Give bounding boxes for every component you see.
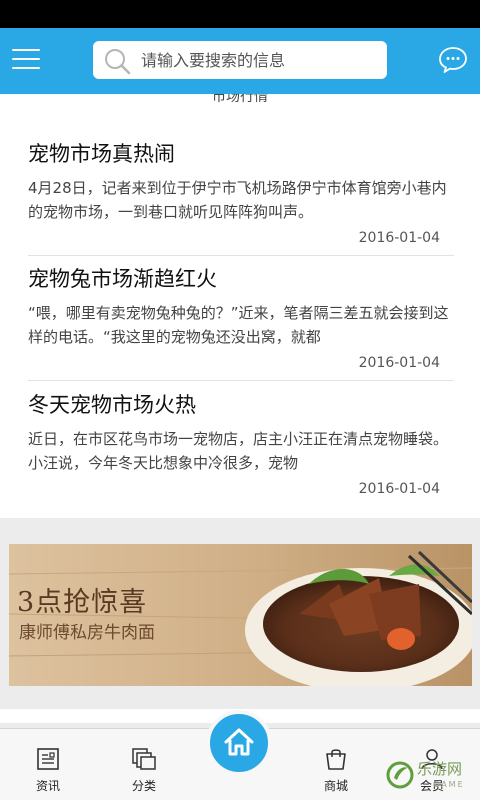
news-item[interactable]: 冬天宠物市场火热 近日，在市区花鸟市场一宠物店，店主小汪正在清点宠物睡袋。小汪说… xyxy=(28,389,454,499)
shopping-bag-icon xyxy=(326,749,346,770)
news-date: 2016-01-04 xyxy=(358,481,440,497)
tab-category[interactable]: 分类 xyxy=(104,729,184,800)
news-item[interactable]: 宠物兔市场渐趋红火 “喂，哪里有卖宠物兔种兔的？”近来，笔者隔三差五就会接到这样… xyxy=(28,263,454,373)
watermark-sub: GAME xyxy=(433,780,465,789)
promo-banner[interactable]: 3点抢惊喜 康师傅私房牛肉面 xyxy=(9,544,472,686)
news-summary: 4月28日，记者来到位于伊宁市飞机场路伊宁市体育馆旁小巷内的宠物市场，一到巷口就… xyxy=(28,179,447,221)
status-bar xyxy=(0,0,480,28)
news-date: 2016-01-04 xyxy=(358,355,440,371)
search-icon xyxy=(105,49,131,75)
news-date: 2016-01-04 xyxy=(358,230,440,246)
watermark-text: 乐游网 xyxy=(417,760,463,778)
news-title: 宠物兔市场渐趋红火 xyxy=(28,267,217,291)
menu-icon[interactable] xyxy=(12,46,42,74)
section-title: 市场行情 xyxy=(212,94,268,105)
search-input[interactable] xyxy=(141,41,381,79)
tab-category-label: 分类 xyxy=(131,779,156,793)
message-icon[interactable] xyxy=(438,45,468,75)
news-summary: “喂，哪里有卖宠物兔种兔的？”近来，笔者隔三差五就会接到这样的电话。“我这里的宠… xyxy=(28,304,449,346)
tab-mall[interactable]: 商城 xyxy=(296,729,376,800)
news-title: 宠物市场真热闹 xyxy=(28,142,175,166)
news-item[interactable]: 宠物市场真热闹 4月28日，记者来到位于伊宁市飞机场路伊宁市体育馆旁小巷内的宠物… xyxy=(28,138,454,248)
news-card: 市场行情 宠物市场真热闹 4月28日，记者来到位于伊宁市飞机场路伊宁市体育馆旁小… xyxy=(0,94,480,518)
search-box[interactable] xyxy=(93,41,387,79)
tab-mall-label: 商城 xyxy=(323,779,348,793)
tab-news-label: 资讯 xyxy=(35,779,60,793)
category-icon xyxy=(132,748,156,770)
tab-news[interactable]: 资讯 xyxy=(8,729,88,800)
banner-subline: 康师傅私房牛肉面 xyxy=(19,623,155,643)
divider xyxy=(28,255,454,256)
home-icon xyxy=(224,728,254,756)
news-icon xyxy=(37,748,59,770)
watermark: 乐游网 GAME xyxy=(385,750,480,800)
news-title: 冬天宠物市场火热 xyxy=(28,393,196,417)
banner-headline: 3点抢惊喜 xyxy=(17,587,148,618)
news-summary: 近日，在市区花鸟市场一宠物店，店主小汪正在清点宠物睡袋。小汪说，今年冬天比想象中… xyxy=(28,430,449,472)
home-button[interactable] xyxy=(206,710,272,776)
watermark-logo-icon xyxy=(386,761,414,789)
top-bar xyxy=(0,28,480,94)
divider xyxy=(28,380,454,381)
